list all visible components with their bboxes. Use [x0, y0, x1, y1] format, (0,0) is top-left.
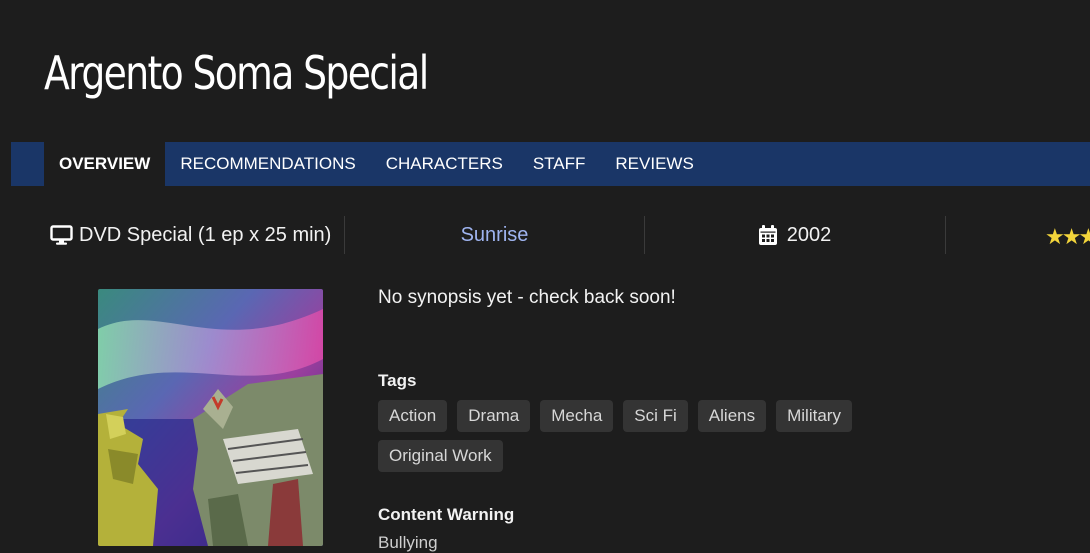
- tab-characters[interactable]: CHARACTERS: [371, 142, 518, 186]
- info-divider: [945, 216, 946, 254]
- page-title: Argento Soma Special: [44, 46, 429, 100]
- rating-stars: ★★★: [1045, 224, 1090, 249]
- tag-original-work[interactable]: Original Work: [378, 440, 503, 472]
- tab-staff[interactable]: STAFF: [518, 142, 601, 186]
- tab-reviews[interactable]: REVIEWS: [600, 142, 708, 186]
- tag-military[interactable]: Military: [776, 400, 852, 432]
- content-warning-heading: Content Warning: [378, 505, 515, 524]
- tag-mecha[interactable]: Mecha: [540, 400, 614, 432]
- info-bar: DVD Special (1 ep x 25 min) Sunrise 2002…: [44, 216, 1090, 254]
- tags-section: Tags Action Drama Mecha Sci Fi Aliens Mi…: [378, 371, 1078, 472]
- navbar-left-spacer: [11, 142, 44, 186]
- studio-info: Sunrise: [345, 216, 644, 254]
- calendar-icon: [758, 225, 777, 245]
- year-text: 2002: [786, 223, 832, 246]
- tab-overview[interactable]: OVERVIEW: [44, 142, 166, 186]
- content-warning-item: Bullying: [378, 533, 438, 552]
- format-info: DVD Special (1 ep x 25 min): [50, 216, 344, 254]
- tags-heading: Tags: [378, 371, 417, 390]
- format-text: DVD Special (1 ep x 25 min): [79, 223, 332, 246]
- anime-poster: [98, 289, 323, 546]
- studio-link[interactable]: Sunrise: [461, 224, 529, 247]
- tags-list: Action Drama Mecha Sci Fi Aliens Militar…: [378, 400, 878, 472]
- main-content: No synopsis yet - check back soon! Tags …: [378, 284, 1078, 553]
- synopsis-text: No synopsis yet - check back soon!: [378, 287, 676, 308]
- year-info: 2002: [645, 216, 945, 254]
- anime-navbar: OVERVIEW RECOMMENDATIONS CHARACTERS STAF…: [11, 142, 1090, 186]
- tag-aliens[interactable]: Aliens: [697, 400, 767, 432]
- monitor-icon: [50, 225, 73, 245]
- tag-drama[interactable]: Drama: [457, 400, 531, 432]
- tag-action[interactable]: Action: [378, 400, 448, 432]
- tab-recommendations[interactable]: RECOMMENDATIONS: [165, 142, 370, 186]
- tag-sci-fi[interactable]: Sci Fi: [623, 400, 688, 432]
